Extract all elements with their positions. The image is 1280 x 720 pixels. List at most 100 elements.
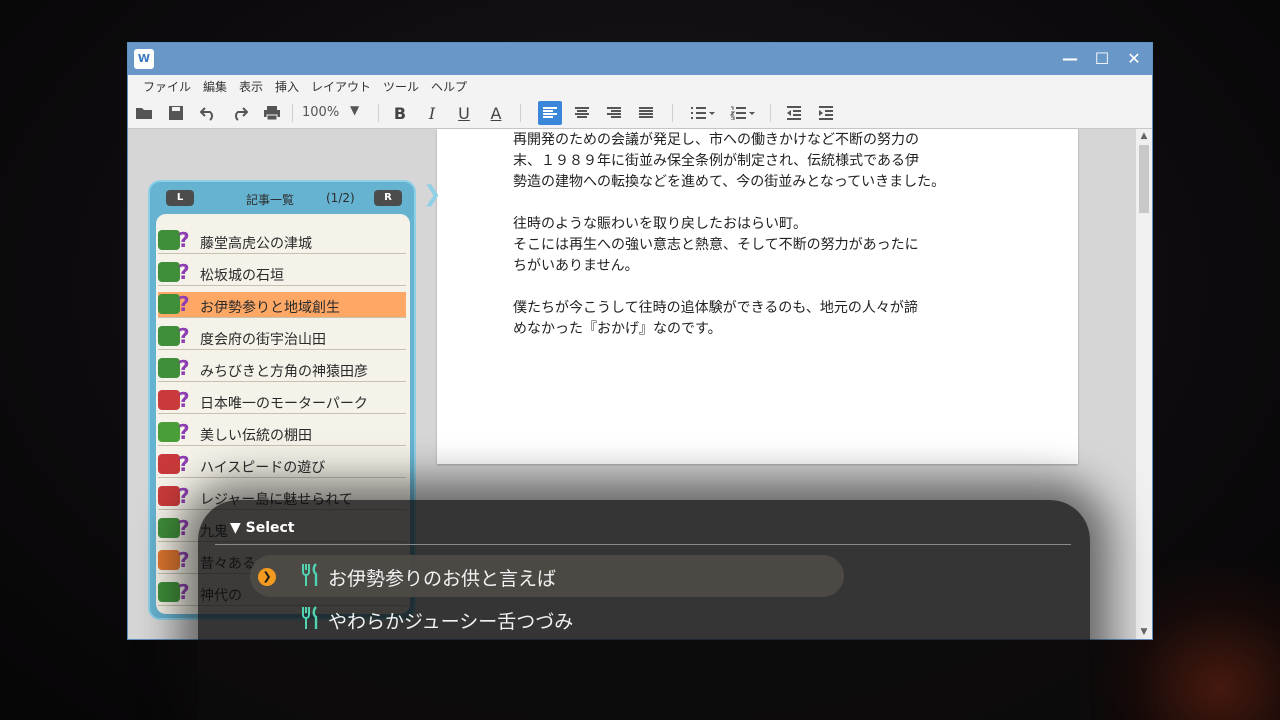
article-list-item[interactable]: ? お伊勢参りと地域創生 bbox=[158, 292, 406, 318]
article-list-item[interactable]: ? 松坂城の石垣 bbox=[158, 260, 406, 286]
app-icon: W bbox=[134, 49, 154, 69]
castle-icon bbox=[158, 582, 180, 602]
italic-button[interactable]: I bbox=[420, 101, 444, 125]
document-line: 往時のような賑わいを取り戻したおはらい町。 bbox=[513, 216, 807, 232]
tree-icon bbox=[158, 422, 180, 442]
document-line: 勢造の建物への転換などを進めて、今の街並みとなっていきました。 bbox=[513, 174, 946, 190]
document-line: そこには再生への強い意志と熱意、そして不断の努力があったに bbox=[513, 237, 919, 253]
vertical-scrollbar[interactable]: ▲ ▼ bbox=[1136, 129, 1152, 639]
choice-text: やわらかジューシー舌つづみ bbox=[328, 611, 574, 633]
title-bar: W — ☐ ✕ bbox=[128, 43, 1152, 75]
align-justify-icon[interactable] bbox=[634, 101, 658, 125]
scroll-up-icon[interactable]: ▲ bbox=[1138, 131, 1150, 141]
article-title: 日本唯一のモーターパーク bbox=[200, 396, 368, 412]
bold-button[interactable]: B bbox=[388, 101, 412, 125]
fork-knife-icon bbox=[300, 563, 322, 592]
open-folder-icon[interactable] bbox=[132, 101, 156, 125]
question-mark-icon: ? bbox=[178, 324, 190, 348]
article-list-item[interactable]: ? ハイスピードの遊び bbox=[158, 452, 406, 478]
question-mark-icon: ? bbox=[178, 452, 190, 476]
article-list-item[interactable]: ? みちびきと方角の神猿田彦 bbox=[158, 356, 406, 382]
article-list-item[interactable]: ? 日本唯一のモーターパーク bbox=[158, 388, 406, 414]
castle-icon bbox=[158, 262, 180, 282]
indent-icon[interactable] bbox=[814, 101, 838, 125]
menu-tools[interactable]: ツール bbox=[383, 78, 419, 95]
document-line: 僕たちが今こうして往時の追体験ができるのも、地元の人々が諦 bbox=[513, 300, 918, 316]
question-mark-icon: ? bbox=[178, 580, 190, 604]
person-icon bbox=[158, 550, 180, 570]
article-list-item[interactable]: ? 藤堂高虎公の津城 bbox=[158, 228, 406, 254]
toolbar-separator bbox=[378, 104, 379, 122]
chevron-down-icon[interactable]: ▼ bbox=[350, 103, 359, 117]
castle-icon bbox=[158, 358, 180, 378]
gamepad-icon bbox=[158, 486, 180, 506]
menu-layout[interactable]: レイアウト bbox=[311, 78, 371, 95]
cursor-icon: ❯ bbox=[258, 568, 276, 586]
menu-view[interactable]: 表示 bbox=[239, 78, 263, 95]
save-icon[interactable] bbox=[164, 101, 188, 125]
fork-knife-icon bbox=[300, 606, 322, 635]
article-title: 藤堂高虎公の津城 bbox=[200, 236, 312, 252]
panel-page-indicator: (1/2) bbox=[326, 191, 355, 205]
toolbar-separator bbox=[292, 104, 293, 122]
article-list-item[interactable]: ? 度会府の街宇治山田 bbox=[158, 324, 406, 350]
print-icon[interactable] bbox=[260, 101, 284, 125]
document-line: めなかった『おかげ』なのです。 bbox=[513, 321, 722, 337]
document-page[interactable]: 再開発のための会議が発足し、市への働きかけなど不断の努力の 末、１９８９年に街並… bbox=[437, 129, 1078, 464]
document-line: 末、１９８９年に街並み保全条例が制定され、伝統様式である伊 bbox=[513, 153, 919, 169]
choice-option[interactable]: ❯ お伊勢参りのお供と言えば bbox=[250, 555, 844, 597]
align-left-icon[interactable] bbox=[538, 101, 562, 125]
redo-icon[interactable] bbox=[228, 101, 252, 125]
toolbar-separator bbox=[770, 104, 771, 122]
gamepad-icon bbox=[158, 454, 180, 474]
gamepad-icon bbox=[158, 390, 180, 410]
document-line: ちがいありません。 bbox=[513, 258, 639, 274]
prev-page-button[interactable]: L bbox=[166, 190, 194, 206]
bullet-list-icon[interactable] bbox=[688, 101, 718, 125]
toolbar-separator bbox=[672, 104, 673, 122]
scrollbar-thumb[interactable] bbox=[1139, 145, 1149, 213]
undo-icon[interactable] bbox=[196, 101, 220, 125]
choice-option[interactable]: やわらかジューシー舌つづみ bbox=[250, 598, 844, 640]
menu-help[interactable]: ヘルプ bbox=[431, 78, 467, 95]
font-color-button[interactable]: A bbox=[484, 101, 508, 125]
toolbar-separator bbox=[520, 104, 521, 122]
outdent-icon[interactable] bbox=[782, 101, 806, 125]
select-header: ▼ Select bbox=[230, 520, 295, 536]
underline-button[interactable]: U bbox=[452, 101, 476, 125]
panel-title: 記事一覧 bbox=[246, 193, 295, 207]
article-title: お伊勢参りと地域創生 bbox=[200, 300, 340, 316]
question-mark-icon: ? bbox=[178, 228, 190, 252]
numbered-list-icon[interactable] bbox=[728, 101, 758, 125]
next-page-button[interactable]: R bbox=[374, 190, 402, 206]
question-mark-icon: ? bbox=[178, 356, 190, 380]
choice-text: お伊勢参りのお供と言えば bbox=[328, 568, 557, 590]
question-mark-icon: ? bbox=[178, 292, 190, 316]
castle-icon bbox=[158, 230, 180, 250]
article-title: 美しい伝統の棚田 bbox=[200, 428, 312, 444]
question-mark-icon: ? bbox=[178, 420, 190, 444]
article-title: 松坂城の石垣 bbox=[200, 268, 284, 284]
question-mark-icon: ? bbox=[178, 260, 190, 284]
castle-icon bbox=[158, 294, 180, 314]
article-title: ハイスピードの遊び bbox=[200, 460, 326, 476]
select-divider bbox=[215, 544, 1071, 545]
scroll-down-icon[interactable]: ▼ bbox=[1138, 627, 1150, 637]
align-right-icon[interactable] bbox=[602, 101, 626, 125]
toolbar: 100% ▼ B I U A bbox=[128, 97, 1152, 129]
menu-edit[interactable]: 編集 bbox=[203, 78, 227, 95]
article-list-item[interactable]: ? 美しい伝統の棚田 bbox=[158, 420, 406, 446]
document-line: 再開発のための会議が発足し、市への働きかけなど不断の努力の bbox=[513, 132, 919, 148]
align-center-icon[interactable] bbox=[570, 101, 594, 125]
maximize-button[interactable]: ☐ bbox=[1092, 49, 1112, 69]
menu-bar: ファイル 編集 表示 挿入 レイアウト ツール ヘルプ bbox=[128, 75, 1152, 97]
castle-icon bbox=[158, 518, 180, 538]
menu-insert[interactable]: 挿入 bbox=[275, 78, 299, 95]
close-button[interactable]: ✕ bbox=[1124, 49, 1144, 69]
menu-file[interactable]: ファイル bbox=[143, 78, 191, 95]
question-mark-icon: ? bbox=[178, 516, 190, 540]
article-title: 度会府の街宇治山田 bbox=[200, 332, 326, 348]
chevron-right-icon: ❯ bbox=[423, 182, 442, 207]
question-mark-icon: ? bbox=[178, 388, 190, 412]
minimize-button[interactable]: — bbox=[1060, 49, 1080, 69]
